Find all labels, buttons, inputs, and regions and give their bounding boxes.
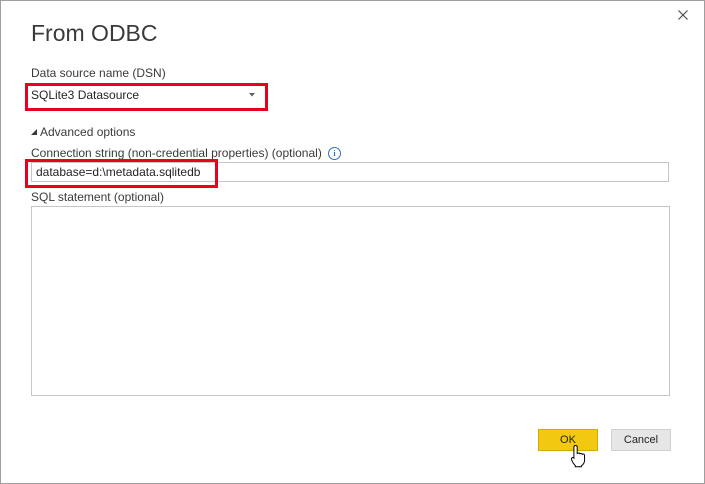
info-icon[interactable]: i	[328, 147, 341, 160]
connection-string-label: Connection string (non-credential proper…	[31, 146, 322, 160]
chevron-down-icon	[249, 93, 255, 97]
connection-string-value: database=d:\metadata.sqlitedb	[36, 165, 201, 179]
advanced-options-toggle[interactable]: Advanced options	[31, 125, 135, 139]
close-icon	[678, 10, 688, 20]
close-button[interactable]	[674, 6, 692, 24]
sql-statement-textarea[interactable]	[31, 206, 670, 396]
odbc-dialog: From ODBC Data source name (DSN) SQLite3…	[0, 0, 705, 484]
dsn-selected-value: SQLite3 Datasource	[31, 88, 140, 102]
ok-button[interactable]: OK	[538, 429, 598, 451]
dsn-label: Data source name (DSN)	[31, 66, 166, 80]
triangle-expanded-icon	[31, 129, 37, 135]
cancel-button-label: Cancel	[623, 434, 659, 446]
ok-button-label: OK	[560, 434, 576, 446]
sql-statement-label: SQL statement (optional)	[31, 190, 164, 204]
advanced-options-label: Advanced options	[40, 125, 136, 139]
dialog-title: From ODBC	[31, 20, 158, 46]
dsn-dropdown[interactable]: SQLite3 Datasource	[31, 86, 263, 104]
cancel-button[interactable]: Cancel	[611, 429, 671, 451]
